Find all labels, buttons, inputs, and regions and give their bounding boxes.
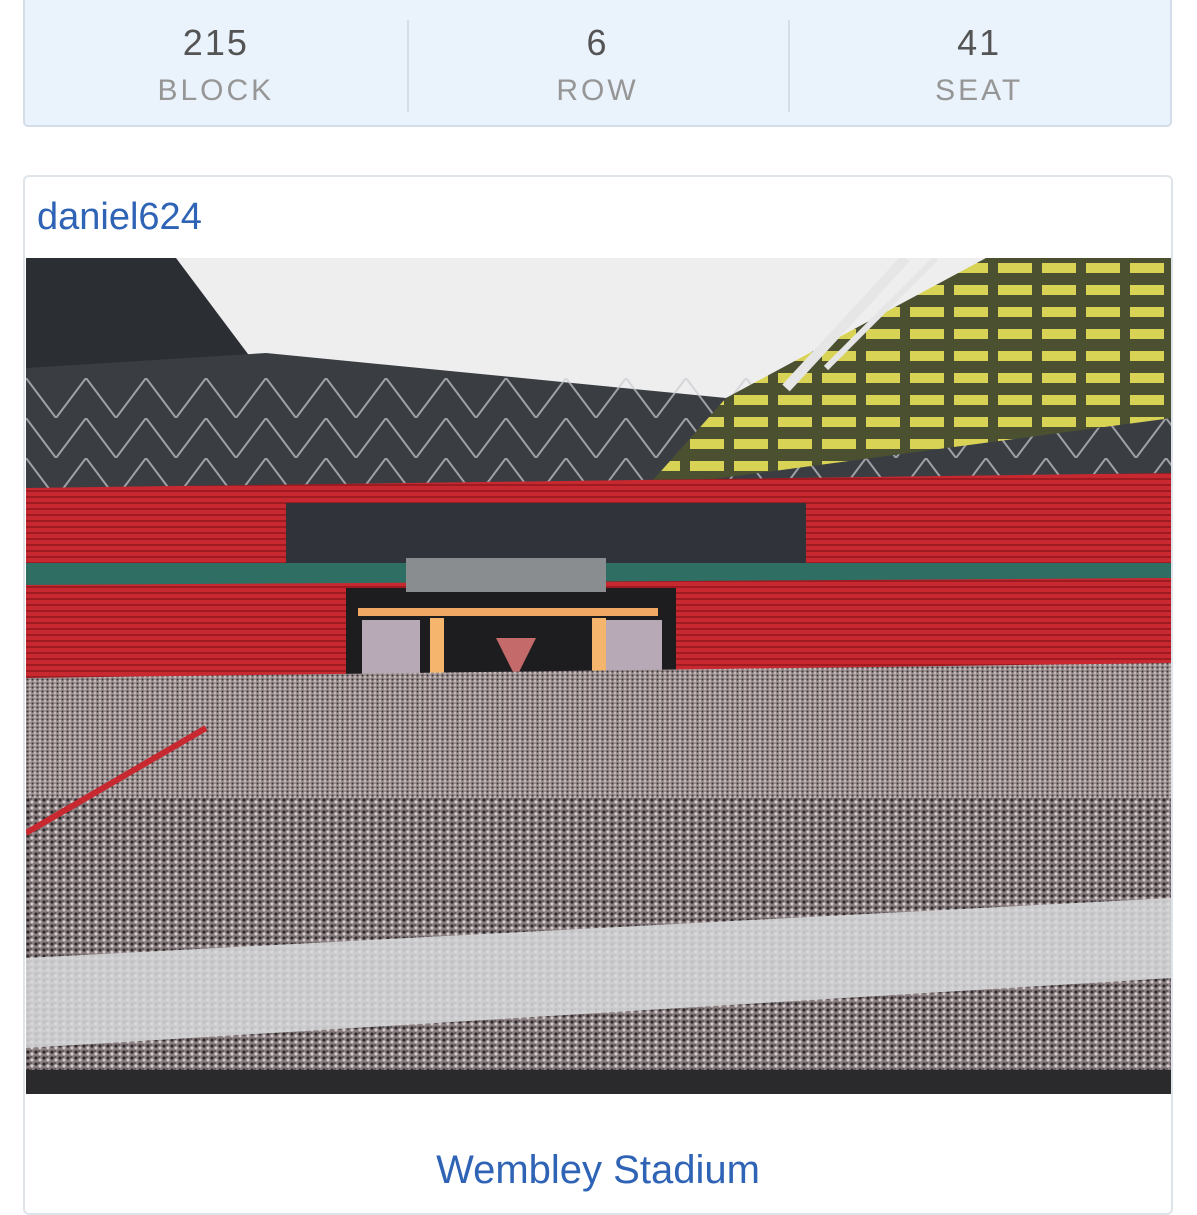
photo-card: daniel624 Wembley Stadium (23, 175, 1173, 1215)
seat-info-block: 215 BLOCK (25, 0, 407, 125)
stadium-photo[interactable] (26, 258, 1171, 1094)
seat-info-card: 215 BLOCK 6 ROW 41 SEAT (23, 0, 1172, 127)
seat-value: 41 (957, 22, 1002, 63)
username-link[interactable]: daniel624 (37, 195, 202, 239)
seat-info-seat: 41 SEAT (788, 0, 1170, 125)
stadium-photo-illustration (26, 258, 1171, 1094)
row-value: 6 (586, 22, 609, 63)
block-label: BLOCK (157, 74, 275, 107)
row-label: ROW (556, 74, 639, 107)
block-value: 215 (182, 22, 249, 63)
seat-label: SEAT (935, 74, 1024, 107)
venue-link[interactable]: Wembley Stadium (25, 1147, 1171, 1193)
seat-info-row: 6 ROW (406, 0, 789, 125)
